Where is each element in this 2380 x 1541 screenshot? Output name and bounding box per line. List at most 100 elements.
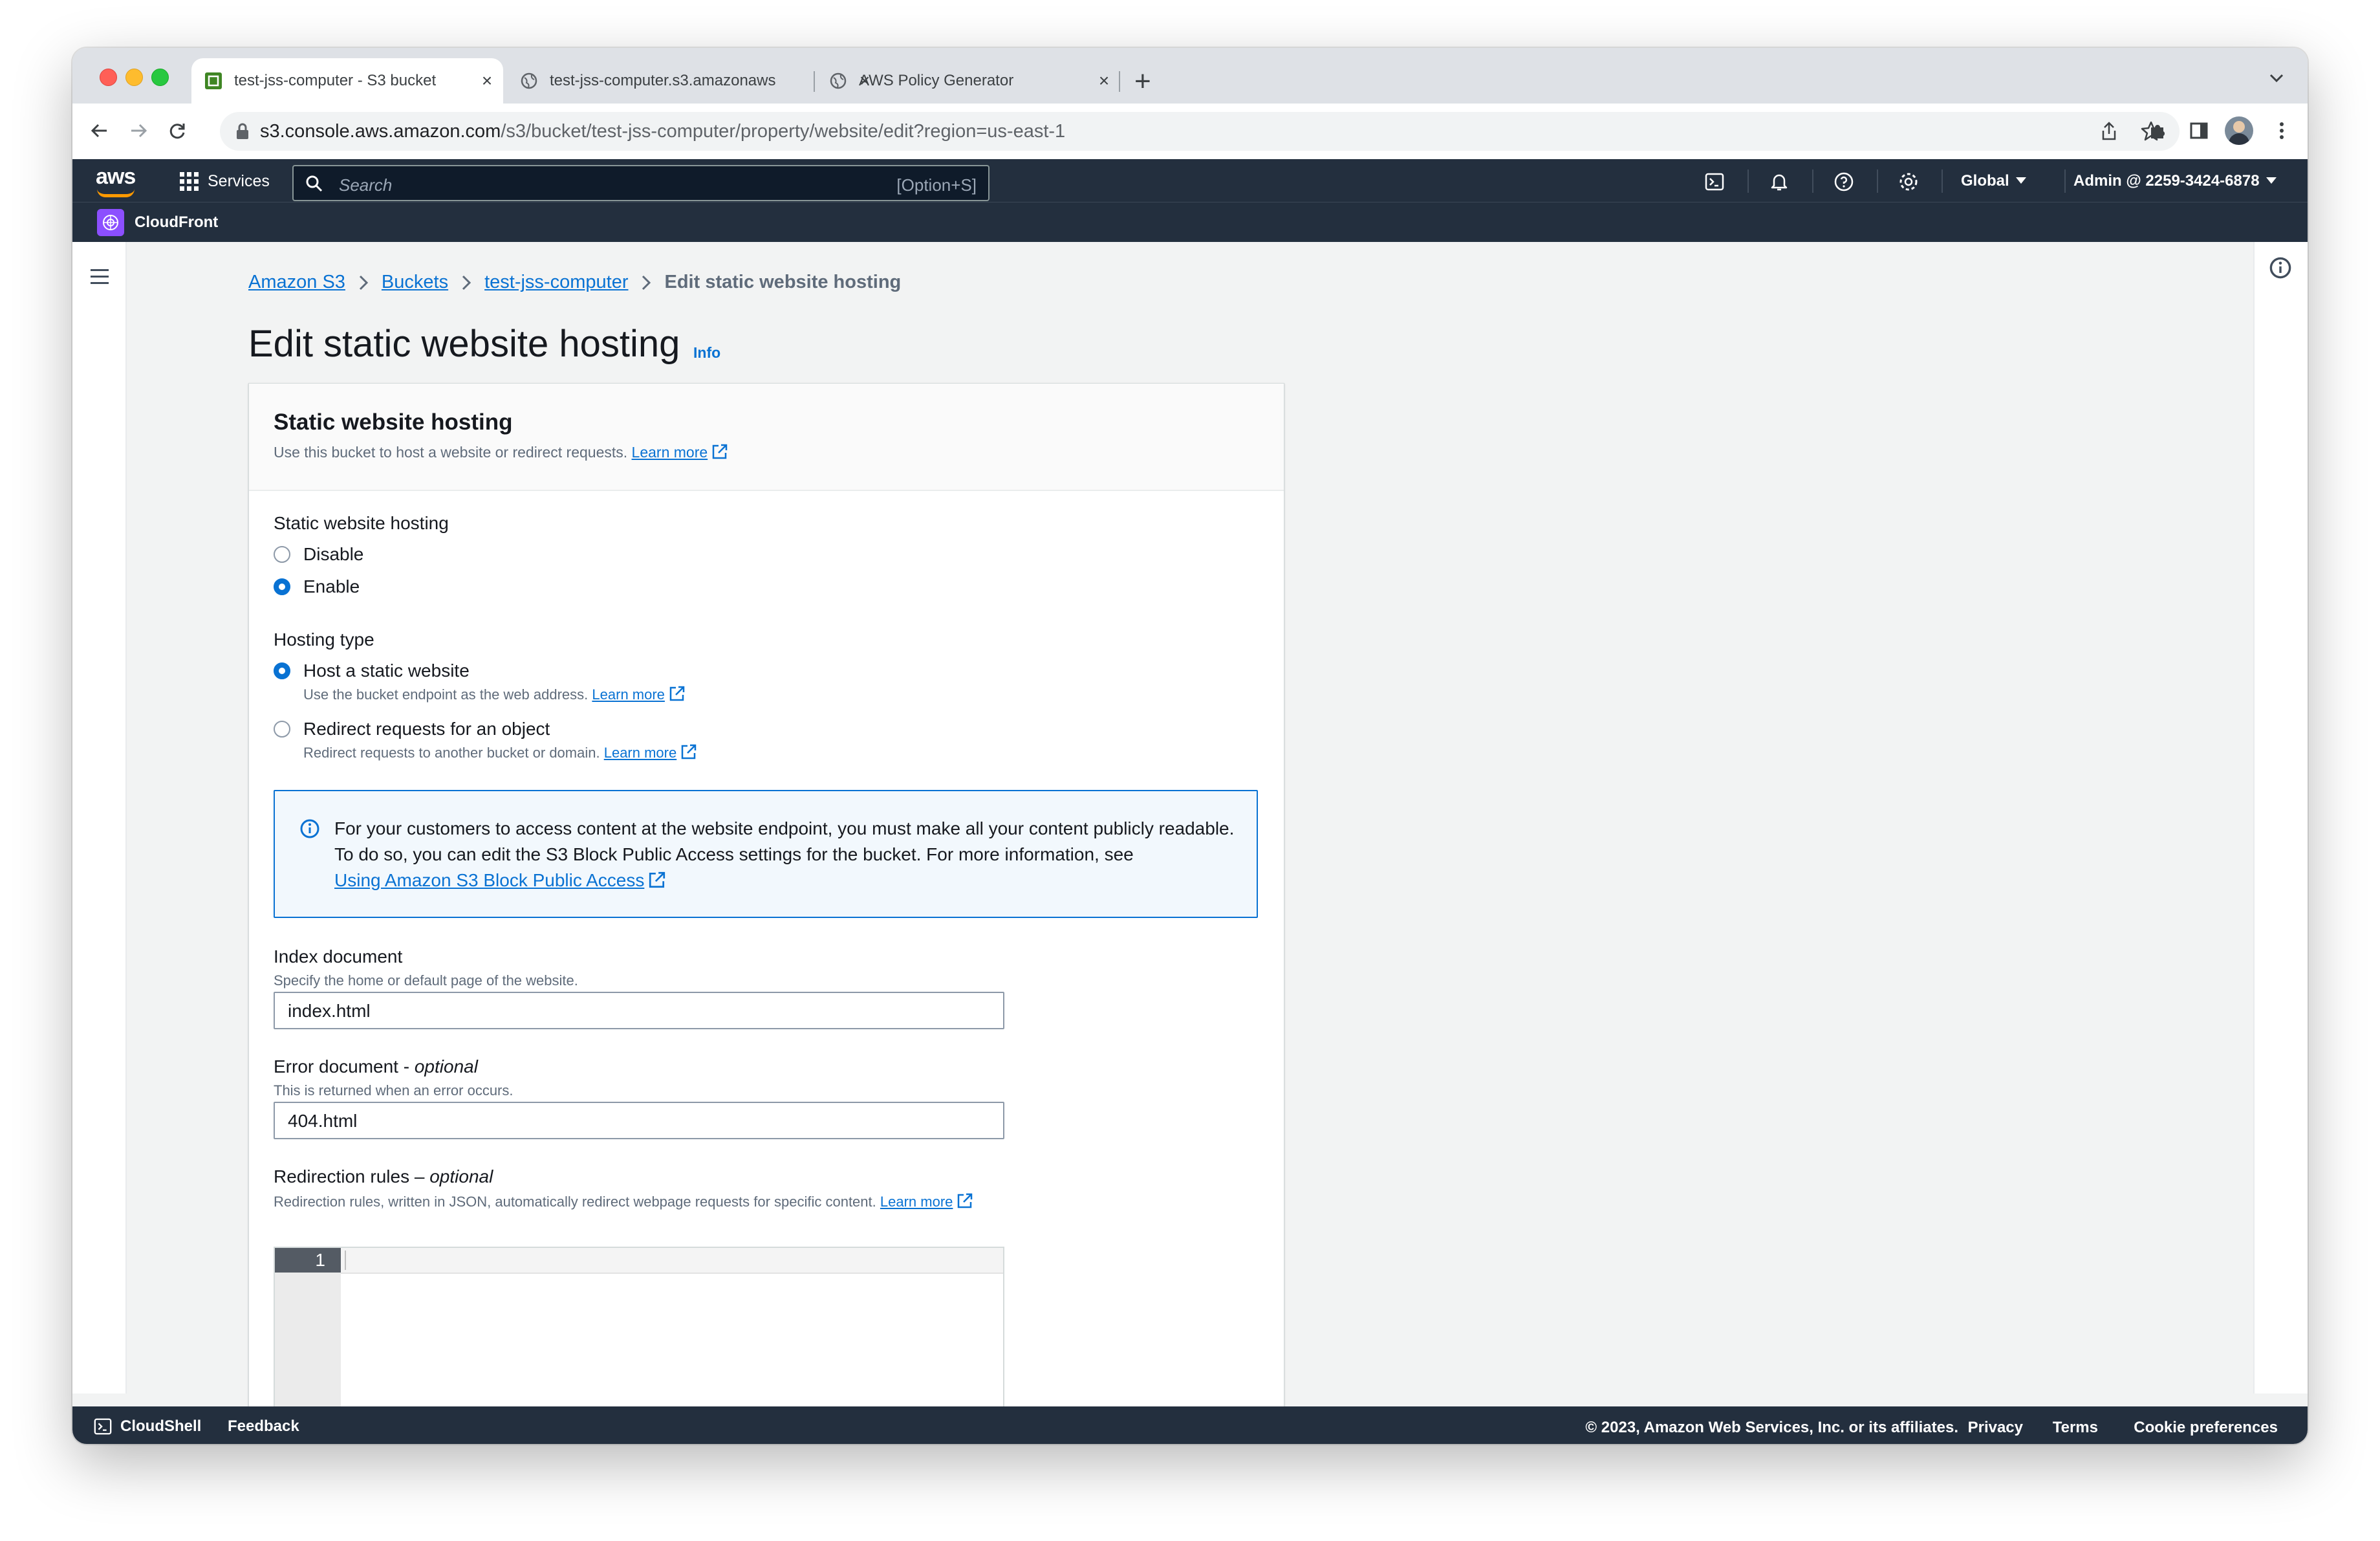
header-separator [1747, 169, 1749, 193]
feedback-link[interactable]: Feedback [228, 1417, 299, 1436]
back-arrow-icon[interactable] [85, 116, 114, 145]
alert-message: For your customers to access content at … [334, 816, 1240, 896]
redirection-rules-editor[interactable]: 1 [274, 1247, 1004, 1421]
services-menu-button[interactable]: Services [180, 172, 270, 191]
browser-window: test-jss-computer - S3 bucket × test-jss… [72, 48, 2308, 1444]
external-link-icon[interactable] [957, 1192, 973, 1213]
learn-more-link[interactable]: Learn more [880, 1194, 953, 1210]
error-document-label: Error document - optional [274, 1056, 478, 1077]
terms-link[interactable]: Terms [2053, 1419, 2098, 1437]
info-circle-icon [299, 818, 320, 842]
forward-arrow-icon[interactable] [124, 116, 153, 145]
chevron-right-icon [641, 274, 651, 291]
error-document-label-text: Error document - [274, 1056, 415, 1077]
console-footer: CloudShell Feedback © 2023, Amazon Web S… [72, 1406, 2308, 1444]
external-link-icon[interactable] [648, 870, 666, 896]
minimize-window-button[interactable] [125, 69, 143, 86]
hosting-label: Static website hosting [274, 513, 449, 533]
tab-s3-bucket[interactable]: test-jss-computer - S3 bucket × [191, 58, 503, 104]
redirection-rules-label-text: Redirection rules – [274, 1166, 430, 1186]
side-panel-icon[interactable] [2185, 116, 2213, 145]
cloudshell-button[interactable]: CloudShell [93, 1417, 201, 1436]
alert-text: For your customers to access content at … [334, 818, 1235, 864]
block-public-access-alert: For your customers to access content at … [274, 790, 1258, 918]
breadcrumb-buckets[interactable]: Buckets [382, 272, 448, 293]
breadcrumb-bucket[interactable]: test-jss-computer [484, 272, 628, 293]
info-link[interactable]: Info [693, 344, 720, 362]
header-separator [1942, 169, 1943, 193]
enable-option-label[interactable]: Enable [303, 576, 360, 597]
right-help-rail [2253, 242, 2308, 1393]
cookie-preferences-link[interactable]: Cookie preferences [2134, 1419, 2278, 1437]
privacy-link[interactable]: Privacy [1968, 1419, 2023, 1437]
copyright-text: © 2023, Amazon Web Services, Inc. or its… [1585, 1419, 1958, 1436]
globe-icon [520, 72, 538, 90]
breadcrumb-amazon-s3[interactable]: Amazon S3 [248, 272, 345, 293]
close-tab-icon[interactable]: × [1094, 71, 1114, 91]
aws-logo[interactable]: aws [96, 164, 136, 190]
editor-active-line[interactable] [341, 1248, 1003, 1274]
reload-icon[interactable] [163, 116, 191, 145]
browser-menu-icon[interactable] [2267, 116, 2296, 145]
hamburger-menu-icon[interactable] [91, 269, 109, 289]
learn-more-link[interactable]: Learn more [632, 444, 708, 461]
close-tab-icon[interactable]: × [477, 71, 497, 91]
tab-separator [814, 71, 815, 92]
disable-radio[interactable] [274, 546, 290, 563]
account-menu[interactable]: Admin @ 2259-3424-6878 [2073, 172, 2277, 190]
panel-description-text: Use this bucket to host a website or red… [274, 444, 628, 461]
host-static-website-label[interactable]: Host a static website [303, 661, 470, 681]
lock-icon[interactable] [235, 122, 250, 144]
new-tab-button[interactable]: + [1134, 62, 1151, 101]
chevron-right-icon [461, 274, 471, 291]
info-panel-icon[interactable] [2269, 256, 2292, 283]
tab-policy-generator[interactable]: AWS Policy Generator × [816, 58, 1120, 104]
learn-more-link[interactable]: Learn more [592, 686, 665, 703]
notifications-bell-icon[interactable] [1768, 171, 1790, 193]
redirect-requests-label[interactable]: Redirect requests for an object [303, 719, 550, 739]
favorites-bar: CloudFront [72, 202, 2308, 243]
profile-avatar[interactable] [2225, 116, 2253, 145]
cloudfront-icon[interactable] [97, 209, 124, 236]
favorite-cloudfront-link[interactable]: CloudFront [135, 213, 218, 232]
url-text: s3.console.aws.amazon.com/s3/bucket/test… [260, 121, 1065, 142]
learn-more-link[interactable]: Learn more [604, 745, 677, 761]
external-link-icon[interactable] [680, 743, 697, 764]
redirect-requests-radio[interactable] [274, 721, 290, 738]
external-link-icon[interactable] [669, 685, 686, 706]
error-document-input[interactable]: 404.html [274, 1102, 1004, 1139]
region-selector[interactable]: Global [1961, 172, 2026, 190]
tab-title: AWS Policy Generator [859, 72, 1014, 89]
index-document-label: Index document [274, 946, 403, 967]
zoom-window-button[interactable] [151, 69, 169, 86]
block-public-access-link[interactable]: Using Amazon S3 Block Public Access [334, 870, 644, 890]
disable-option-label[interactable]: Disable [303, 544, 363, 565]
region-label: Global [1961, 172, 2009, 190]
aws-top-navigation: aws Services Search [Option+S] Global Ad… [72, 159, 2308, 202]
host-static-website-radio[interactable] [274, 662, 290, 679]
avatar-body [2229, 133, 2249, 145]
optional-tag: optional [429, 1166, 493, 1186]
address-bar[interactable]: s3.console.aws.amazon.com/s3/bucket/test… [220, 112, 2180, 151]
tab-title: test-jss-computer.s3.amazonaws [550, 72, 776, 89]
help-icon[interactable] [1833, 171, 1855, 193]
tab-search-chevron-icon[interactable] [2269, 67, 2284, 88]
search-input[interactable]: Search [Option+S] [292, 165, 990, 201]
external-link-icon[interactable] [711, 443, 728, 464]
host-static-website-desc-text: Use the bucket endpoint as the web addre… [303, 686, 589, 703]
redirection-rules-description: Redirection rules, written in JSON, auto… [274, 1192, 973, 1213]
index-document-input[interactable]: index.html [274, 992, 1004, 1029]
host-static-website-description: Use the bucket endpoint as the web addre… [303, 685, 686, 706]
url-host: s3.console.aws.amazon.com [260, 121, 501, 142]
redirection-rules-desc-text: Redirection rules, written in JSON, auto… [274, 1194, 876, 1210]
share-icon[interactable] [2099, 121, 2119, 145]
editor-cursor [345, 1251, 346, 1270]
grid-icon [180, 172, 199, 191]
enable-radio[interactable] [274, 578, 290, 595]
avatar-head [2233, 121, 2245, 133]
url-path: /s3/bucket/test-jss-computer/property/we… [501, 121, 1066, 142]
close-window-button[interactable] [100, 69, 117, 86]
extensions-puzzle-icon[interactable] [2143, 116, 2172, 145]
settings-gear-icon[interactable] [1898, 171, 1920, 193]
cloudshell-icon[interactable] [1704, 171, 1726, 193]
